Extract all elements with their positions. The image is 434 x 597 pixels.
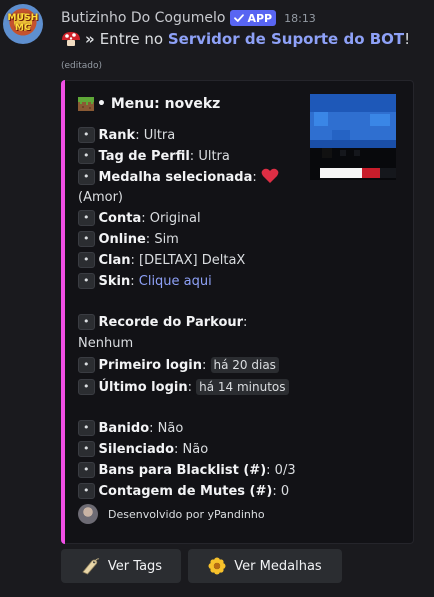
field-profile-tag: • Tag de Perfil: Ultra [78, 147, 306, 168]
field-label: Clan [98, 252, 131, 268]
message-header: Butizinho Do Cogumelo APP 18:13 [61, 8, 316, 28]
bullet: • [78, 482, 95, 499]
bullet: • [78, 461, 95, 478]
field-value: Não [157, 421, 184, 437]
bullet: • [78, 314, 95, 331]
field-online: • Online: Sim [78, 230, 306, 251]
field-label: Recorde do Parkour [98, 315, 244, 331]
embed-footer: Desenvolvido por yPandinho [78, 504, 265, 524]
bullet: • [78, 230, 95, 247]
message-content: » Entre no Servidor de Suporte do BOT! [61, 30, 410, 48]
field-label: Conta [98, 211, 142, 227]
check-icon [234, 14, 245, 22]
field-last-login: • Último login: há 14 minutos [78, 377, 306, 399]
view-tags-label: Ver Tags [107, 558, 163, 574]
field-label: Bans para Blacklist (#) [98, 462, 267, 478]
view-medals-button[interactable]: Ver Medalhas [188, 549, 342, 583]
bullet: • [78, 210, 95, 227]
message-timestamp[interactable]: 18:13 [284, 12, 316, 25]
field-value: Não [182, 441, 209, 457]
message-suffix: ! [404, 30, 411, 48]
bullet: • [78, 127, 95, 143]
tag-icon [82, 558, 100, 575]
skin-thumbnail[interactable] [310, 94, 396, 180]
timestamp-value[interactable]: há 14 minutos [196, 378, 289, 395]
avatar-logo-text: MUSH MC [7, 13, 39, 33]
field-label: Contagem de Mutes (#) [98, 483, 273, 499]
grass-block-icon [78, 97, 94, 111]
message-arrow: » [85, 30, 95, 48]
bullet: • [78, 168, 95, 185]
field-skin: • Skin: Clique aqui [78, 272, 306, 293]
bullet: • [78, 251, 95, 268]
field-banned: • Banido: Não [78, 419, 306, 440]
field-muted: • Silenciado: Não [78, 440, 306, 461]
field-mute-count: • Contagem de Mutes (#): 0 [78, 482, 306, 503]
bullet: • [78, 147, 95, 164]
field-label: Banido [98, 421, 150, 437]
view-medals-label: Ver Medalhas [234, 558, 322, 574]
field-value: (Amor) [78, 190, 123, 206]
bullet: • [78, 440, 95, 457]
bullet: • [78, 272, 95, 289]
field-value: 0/3 [274, 462, 296, 478]
mushroom-icon [62, 32, 80, 46]
field-value: Nenhum [78, 335, 134, 351]
field-value: 0 [280, 483, 290, 499]
field-label: Tag de Perfil [98, 148, 190, 164]
bot-username[interactable]: Butizinho Do Cogumelo [61, 10, 225, 26]
field-label: Medalha selecionada [98, 169, 253, 185]
embed-accent-bar [61, 80, 65, 544]
field-label: Rank [98, 128, 136, 143]
field-rank: • Rank: Ultra [78, 126, 306, 147]
field-parkour-record: • Recorde do Parkour: [78, 313, 306, 334]
embed-title-text: • Menu: novekz [97, 96, 221, 112]
field-parkour-value: Nenhum [78, 334, 306, 355]
bullet: • [78, 420, 95, 437]
embed-fields: • Rank: Ultra • Tag de Perfil: Ultra • Meda… [78, 126, 306, 502]
timestamp-value[interactable]: há 20 dias [210, 356, 279, 373]
footer-text: Desenvolvido por yPandinho [108, 507, 265, 521]
embed-title: • Menu: novekz [78, 96, 220, 112]
field-value: [DELTAX] DeltaX [139, 252, 246, 268]
app-badge-label: APP [247, 11, 273, 25]
bot-avatar[interactable]: MUSH MC [3, 4, 43, 44]
flower-medal-icon [208, 557, 226, 575]
bullet: • [78, 378, 95, 395]
field-label: Último login [98, 379, 188, 395]
app-badge: APP [230, 10, 277, 26]
field-blacklist-bans: • Bans para Blacklist (#): 0/3 [78, 461, 306, 482]
field-selected-medal: • Medalha selecionada: [78, 168, 306, 189]
field-label: Online [98, 231, 146, 247]
message-prefix: Entre no [99, 30, 164, 48]
footer-avatar [78, 504, 98, 524]
field-label: Silenciado [98, 441, 175, 457]
field-label: Skin [98, 273, 131, 289]
edited-label: (editado) [61, 61, 103, 71]
field-account: • Conta: Original [78, 209, 306, 230]
support-server-link[interactable]: Servidor de Suporte do BOT [168, 30, 404, 48]
bullet: • [78, 356, 95, 373]
skin-link[interactable]: Clique aqui [139, 274, 212, 289]
field-first-login: • Primeiro login: há 20 dias [78, 355, 306, 377]
field-value: Ultra [143, 128, 176, 143]
field-value: Original [149, 211, 201, 227]
field-value: Sim [154, 231, 179, 247]
field-medal-name: (Amor) [78, 188, 306, 209]
field-clan: • Clan: [DELTAX] DeltaX [78, 251, 306, 272]
heart-icon [261, 168, 279, 183]
field-label: Primeiro login [98, 357, 203, 373]
profile-embed: • Menu: novekz • Rank: Ultra • Tag de Perf… [61, 80, 414, 544]
field-value: Ultra [198, 148, 230, 164]
view-tags-button[interactable]: Ver Tags [61, 549, 181, 583]
